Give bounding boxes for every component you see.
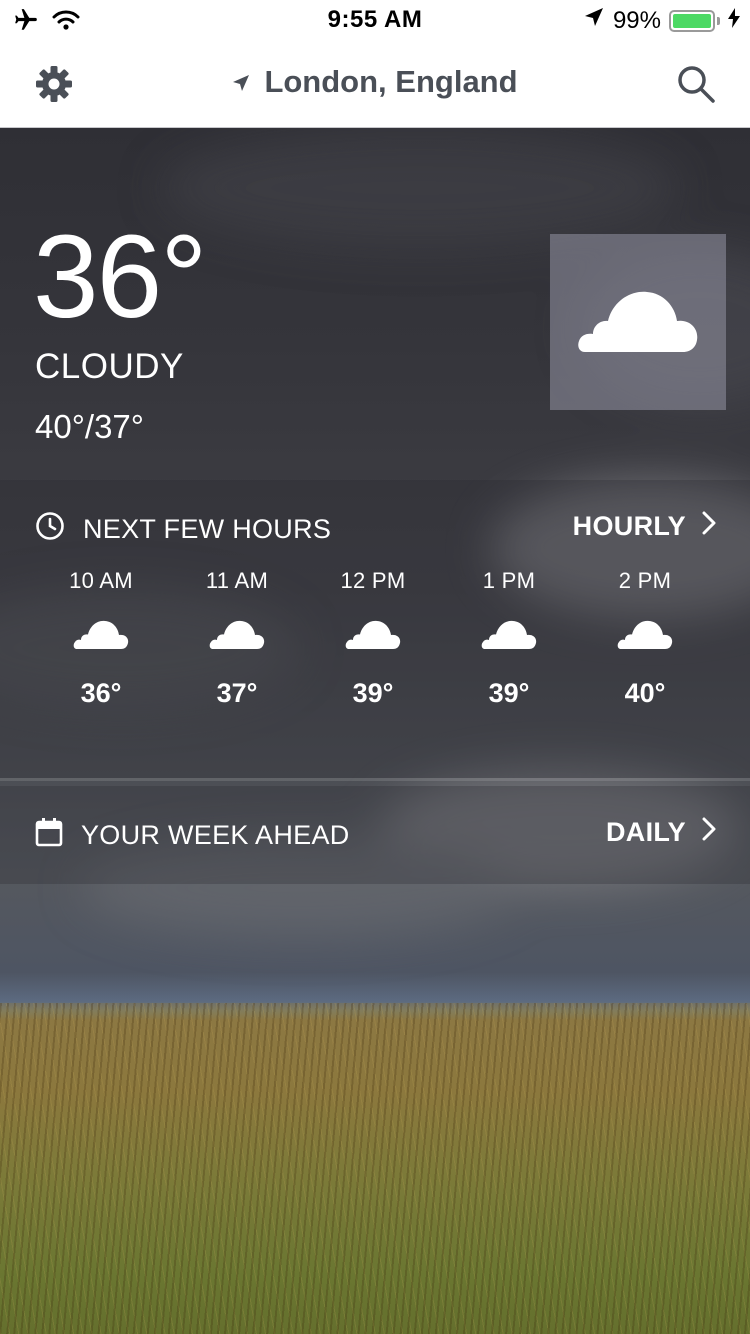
location-label: London, England bbox=[264, 64, 518, 99]
status-bar: 9:55 AM 99% bbox=[0, 0, 750, 40]
hourly-item: 12 PM 39° bbox=[305, 568, 441, 709]
current-condition-tile bbox=[550, 234, 726, 410]
calendar-icon bbox=[35, 817, 63, 854]
search-icon[interactable] bbox=[675, 63, 717, 105]
hour-time: 1 PM bbox=[482, 568, 536, 593]
nav-bar: London, England bbox=[0, 40, 750, 128]
daily-link[interactable]: DAILY bbox=[606, 817, 716, 848]
hourly-item: 11 AM 37° bbox=[169, 568, 305, 709]
hour-temperature: 40° bbox=[624, 678, 666, 708]
weekly-section-header: YOUR WEEK AHEAD bbox=[35, 817, 350, 854]
hourly-link-label: HOURLY bbox=[572, 511, 686, 541]
hourly-item: 2 PM 40° bbox=[577, 568, 713, 709]
hour-time: 11 AM bbox=[205, 568, 269, 593]
hourly-item: 10 AM 36° bbox=[33, 568, 169, 709]
grass-field bbox=[0, 1003, 750, 1334]
cloud-icon bbox=[345, 619, 401, 654]
cloud-icon bbox=[617, 619, 673, 654]
cloud-icon bbox=[73, 619, 129, 654]
weekly-section-title: YOUR WEEK AHEAD bbox=[81, 820, 350, 850]
high-low-temperature: 40°/37° bbox=[35, 408, 144, 445]
charging-icon bbox=[728, 7, 740, 35]
hour-temperature: 39° bbox=[488, 678, 530, 708]
section-divider bbox=[0, 778, 750, 781]
hourly-item: 1 PM 39° bbox=[441, 568, 577, 709]
hour-time: 12 PM bbox=[340, 568, 406, 593]
hour-temperature: 39° bbox=[352, 678, 394, 708]
clock-icon bbox=[35, 511, 65, 548]
location-arrow-icon bbox=[583, 6, 605, 35]
battery-icon bbox=[669, 9, 720, 32]
battery-percent: 99% bbox=[612, 6, 661, 34]
chevron-right-icon bbox=[702, 817, 716, 848]
hour-temperature: 37° bbox=[216, 678, 258, 708]
hour-time: 2 PM bbox=[618, 568, 672, 593]
current-temperature: 36° bbox=[33, 211, 207, 343]
chevron-right-icon bbox=[702, 511, 716, 542]
hourly-section-header: NEXT FEW HOURS bbox=[35, 511, 331, 548]
cloud-icon bbox=[481, 619, 537, 654]
current-condition: CLOUDY bbox=[35, 347, 184, 386]
hour-temperature: 36° bbox=[80, 678, 122, 708]
hourly-link[interactable]: HOURLY bbox=[573, 511, 716, 542]
hourly-forecast-list: 10 AM 36° 11 AM 37° 12 PM 39° 1 PM 39° 2… bbox=[33, 568, 713, 709]
daily-link-label: DAILY bbox=[605, 817, 686, 847]
location-title[interactable]: London, England bbox=[0, 64, 750, 100]
location-arrow-icon bbox=[232, 64, 250, 100]
hour-time: 10 AM bbox=[69, 568, 133, 593]
status-right: 99% bbox=[583, 6, 740, 35]
hourly-section-title: NEXT FEW HOURS bbox=[83, 514, 332, 544]
cloud-icon bbox=[209, 619, 265, 654]
cloud-icon bbox=[577, 288, 699, 357]
